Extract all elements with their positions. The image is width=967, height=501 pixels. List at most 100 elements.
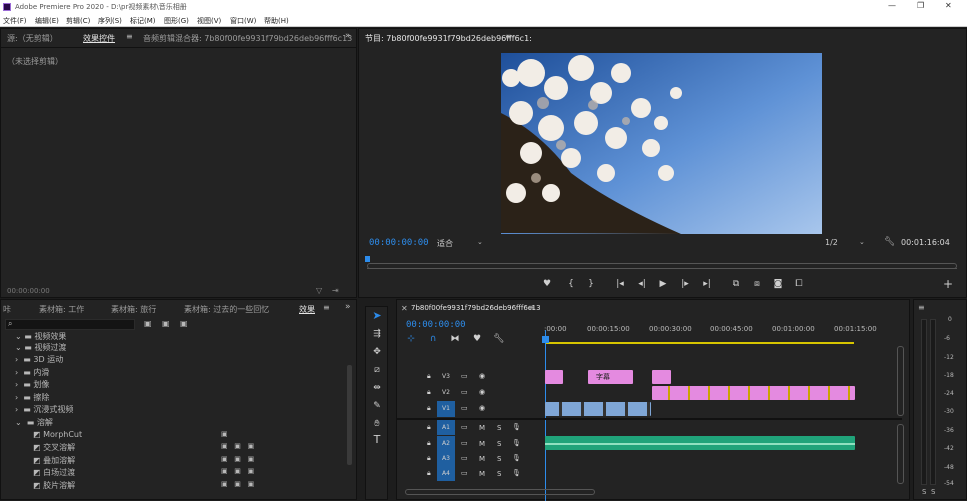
filter-icon[interactable]: ▽	[316, 286, 322, 295]
tree-item-wipe[interactable]: › ▬ 擦除	[15, 392, 49, 403]
sync-lock-icon[interactable]: ▭	[461, 388, 468, 396]
track-label-v2[interactable]: V2	[442, 389, 450, 396]
solo-button[interactable]: S	[497, 470, 501, 478]
sync-lock-icon[interactable]: ▭	[461, 454, 468, 462]
track-label-v3[interactable]: V3	[442, 373, 450, 380]
eye-icon[interactable]: ◉	[479, 372, 485, 380]
playhead-handle-icon[interactable]	[542, 336, 549, 343]
effect-film-dissolve[interactable]: ◩ 胶片溶解	[33, 480, 75, 491]
close-button[interactable]: ✕	[945, 1, 952, 10]
wrench-icon[interactable]: 🔧︎	[884, 237, 895, 247]
track-label-a4[interactable]: A4	[437, 466, 455, 481]
clip-v3-1[interactable]	[545, 370, 563, 384]
resolution-dropdown[interactable]: 1/2	[825, 238, 838, 247]
eye-icon[interactable]: ◉	[479, 388, 485, 396]
slip-tool-icon[interactable]: ⇹	[371, 383, 383, 393]
menu-clip[interactable]: 剪辑(C)	[66, 16, 90, 26]
timeline-title[interactable]: 7b80f00fe9931f79bd26deb96fff6c13	[411, 304, 541, 312]
clip-v1-video[interactable]	[545, 402, 651, 416]
menu-view[interactable]: 视图(V)	[197, 16, 221, 26]
effect-additive-dissolve[interactable]: ◩ 叠加溶解	[33, 455, 75, 466]
zoom-scrollbar[interactable]	[367, 263, 957, 269]
tree-item-video-transitions[interactable]: ⌄ ▬ 视频过渡	[15, 342, 66, 353]
play-icon[interactable]: ▶	[657, 279, 669, 289]
export-frame-icon[interactable]: ◙	[772, 279, 784, 289]
microphone-icon[interactable]: 🎙︎	[512, 439, 521, 447]
insert-sequence-icon[interactable]: ⊹	[405, 334, 417, 344]
close-tab-icon[interactable]: ✕	[401, 304, 408, 313]
lock-icon[interactable]: 🔒︎	[427, 454, 431, 463]
chevron-down-icon[interactable]: ⌄	[477, 238, 483, 246]
go-to-in-icon[interactable]: |◂	[614, 279, 626, 289]
microphone-icon[interactable]: 🎙︎	[512, 469, 521, 477]
effects-scrollbar[interactable]	[347, 365, 352, 465]
step-back-icon[interactable]: ◂|	[636, 279, 648, 289]
panel-expand-icon[interactable]: »	[345, 302, 351, 312]
tab-bin-travel[interactable]: 素材箱: 旅行	[111, 304, 156, 315]
accelerated-effects-icon[interactable]: ▣	[144, 319, 152, 328]
sync-lock-icon[interactable]: ▭	[461, 469, 468, 477]
tree-item-3d-motion[interactable]: › ▬ 3D 运动	[15, 354, 63, 365]
track-label-a3[interactable]: A3	[437, 451, 455, 466]
tab-source[interactable]: 源:（无剪辑）	[7, 33, 58, 44]
tab-bin-memories[interactable]: 素材箱: 过去的一些回忆	[184, 304, 269, 315]
panel-menu-icon[interactable]: ≡	[528, 303, 535, 312]
lock-icon[interactable]: 🔒︎	[427, 404, 431, 413]
track-select-tool-icon[interactable]: ⇶	[371, 329, 383, 339]
add-button-icon[interactable]: +	[942, 278, 954, 290]
tab-audio-clip-mixer[interactable]: 音频剪辑混合器: 7b80f00fe9931f79bd26deb96fff6c1…	[143, 33, 352, 44]
solo-button[interactable]: S	[497, 455, 501, 463]
solo-button[interactable]: S	[497, 424, 501, 432]
clip-v2-fx[interactable]	[652, 386, 855, 400]
horizontal-scrollbar[interactable]	[405, 489, 595, 495]
track-label-v1[interactable]: V1	[437, 401, 455, 417]
clip-a2-audio[interactable]	[545, 436, 855, 450]
export-icon[interactable]: ⇥	[332, 286, 339, 295]
mute-button[interactable]: M	[479, 455, 485, 463]
go-to-out-icon[interactable]: ▸|	[701, 279, 713, 289]
hand-tool-icon[interactable]: ✋︎	[371, 419, 383, 429]
menu-file[interactable]: 文件(F)	[3, 16, 27, 26]
lock-icon[interactable]: 🔒︎	[427, 469, 431, 478]
menu-sequence[interactable]: 序列(S)	[98, 16, 122, 26]
chevron-down-icon[interactable]: ⌄	[859, 238, 865, 246]
mute-button[interactable]: M	[479, 424, 485, 432]
mark-in-icon[interactable]: {	[565, 279, 577, 289]
sync-lock-icon[interactable]: ▭	[461, 423, 468, 431]
solo-button[interactable]: S	[497, 440, 501, 448]
lift-icon[interactable]: ⧉	[730, 279, 742, 289]
comparison-view-icon[interactable]: ⧠	[793, 279, 805, 289]
panel-menu-icon[interactable]: ≡	[505, 32, 512, 41]
effect-morphcut[interactable]: ◩ MorphCut	[33, 430, 82, 439]
tab-effect-controls[interactable]: 效果控件	[83, 33, 115, 44]
lock-icon[interactable]: 🔒︎	[427, 439, 431, 448]
fit-dropdown[interactable]: 适合	[437, 238, 453, 249]
panel-menu-icon[interactable]: ≡	[126, 32, 133, 41]
linked-selection-icon[interactable]: ⧓	[449, 334, 461, 344]
tree-item-immersive-video[interactable]: › ▬ 沉浸式视频	[15, 404, 73, 415]
tab-bin-work[interactable]: 素材箱: 工作	[39, 304, 84, 315]
pen-tool-icon[interactable]: ✎	[371, 401, 383, 411]
mark-out-icon[interactable]: }	[585, 279, 597, 289]
timeline-timecode[interactable]: 00:00:00:00	[406, 320, 466, 330]
settings-wrench-icon[interactable]: 🔧︎	[493, 334, 505, 344]
track-label-a2[interactable]: A2	[437, 436, 455, 451]
menu-edit[interactable]: 编辑(E)	[35, 16, 59, 26]
effects-search-input[interactable]	[5, 319, 135, 330]
mute-button[interactable]: M	[479, 470, 485, 478]
lock-icon[interactable]: 🔒︎	[427, 423, 431, 432]
tree-item-iris[interactable]: › ▬ 划像	[15, 379, 49, 390]
type-tool-icon[interactable]: T	[371, 434, 383, 445]
track-label-a1[interactable]: A1	[437, 420, 455, 435]
step-forward-icon[interactable]: |▸	[679, 279, 691, 289]
sync-lock-icon[interactable]: ▭	[461, 404, 468, 412]
panel-menu-icon[interactable]: ≡	[918, 303, 925, 312]
minimize-button[interactable]: —	[888, 1, 896, 10]
vertical-scrollbar-bottom[interactable]	[897, 424, 904, 484]
razor-tool-icon[interactable]: ⧄	[371, 365, 383, 375]
effect-dip-to-white[interactable]: ◩ 白场过渡	[33, 467, 75, 478]
vertical-scrollbar-top[interactable]	[897, 346, 904, 416]
lock-icon[interactable]: 🔒︎	[427, 372, 431, 381]
eye-icon[interactable]: ◉	[479, 404, 485, 412]
extract-icon[interactable]: ⧈	[751, 279, 763, 289]
